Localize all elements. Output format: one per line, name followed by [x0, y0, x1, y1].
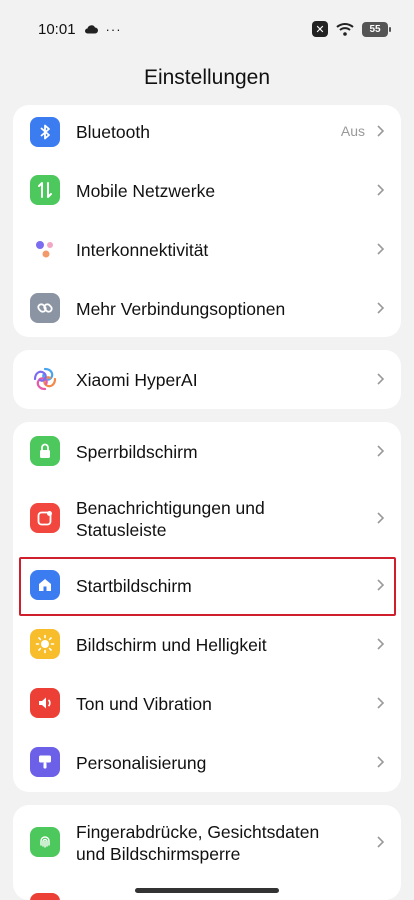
settings-item-label: Mehr Verbindungsoptionen [76, 299, 286, 319]
status-time: 10:01 [38, 20, 76, 38]
settings-item-home-screen[interactable]: Startbildschirm [13, 556, 401, 615]
chevron-right-icon [377, 756, 385, 768]
fingerprint-icon [30, 827, 60, 857]
chevron-right-icon [377, 125, 385, 137]
next-item-icon [30, 893, 60, 900]
settings-item-label: Personalisierung [76, 753, 207, 773]
connectivity-card: Bluetooth Aus Mobile Netzwerke Interkonn… [13, 105, 401, 337]
chevron-right-icon [377, 243, 385, 255]
more-notifications-icon: ··· [105, 21, 122, 37]
settings-item-personalization[interactable]: Personalisierung [13, 733, 401, 792]
settings-item-sound-vibration[interactable]: Ton und Vibration [13, 674, 401, 733]
lock-icon [30, 436, 60, 466]
chevron-right-icon [377, 638, 385, 650]
status-bar: 10:01 ··· ✕ 55 [0, 0, 414, 58]
settings-item-more-connections[interactable]: Mehr Verbindungsoptionen [13, 279, 401, 337]
battery-level: 55 [369, 23, 381, 35]
interconnect-icon [30, 234, 60, 264]
settings-item-notifications[interactable]: Benachrichtigungen und Statusleiste [13, 481, 401, 556]
hyperai-icon [30, 364, 60, 394]
settings-item-label: Bildschirm und Helligkeit [76, 635, 267, 655]
settings-item-label: Fingerabdrücke, Gesichtsdaten und Bildsc… [76, 822, 320, 864]
page-title: Einstellungen [143, 66, 271, 89]
settings-item-hyperai[interactable]: Xiaomi HyperAI [13, 350, 401, 409]
home-indicator[interactable] [135, 888, 279, 893]
notification-icon [30, 503, 60, 533]
wifi-icon [336, 23, 354, 36]
settings-item-label: Interkonnektivität [76, 240, 209, 260]
settings-item-fingerprint[interactable]: Fingerabdrücke, Gesichtsdaten und Bildsc… [13, 805, 401, 880]
home-icon [30, 570, 60, 600]
chevron-right-icon [377, 697, 385, 709]
settings-item-label: Bluetooth [76, 122, 150, 142]
settings-item-label: Sperrbildschirm [76, 442, 198, 462]
bluetooth-icon [30, 117, 60, 147]
chevron-right-icon [377, 445, 385, 457]
chevron-right-icon [377, 836, 385, 848]
chevron-right-icon [377, 579, 385, 591]
settings-item-bluetooth[interactable]: Bluetooth Aus [13, 105, 401, 157]
settings-item-label: Mobile Netzwerke [76, 181, 216, 201]
chevron-right-icon [377, 302, 385, 314]
display-card: Sperrbildschirm Benachrichtigungen und S… [13, 422, 401, 792]
chevron-right-icon [377, 184, 385, 196]
settings-item-lock-screen[interactable]: Sperrbildschirm [13, 422, 401, 481]
status-right: ✕ 55 [312, 21, 391, 37]
settings-item-mobile-networks[interactable]: Mobile Netzwerke [13, 161, 401, 220]
chevron-right-icon [377, 373, 385, 385]
sound-icon [30, 688, 60, 718]
settings-item-display-brightness[interactable]: Bildschirm und Helligkeit [13, 615, 401, 674]
settings-item-label: Benachrichtigungen und Statusleiste [76, 498, 265, 540]
status-left: 10:01 ··· [38, 21, 122, 38]
bluetooth-status: Aus [340, 123, 365, 139]
battery-icon: 55 [362, 21, 391, 37]
personalization-icon [30, 747, 60, 777]
no-sim-icon: ✕ [312, 21, 328, 37]
settings-item-label: Startbildschirm [76, 576, 192, 596]
mobile-data-icon [30, 175, 60, 205]
security-card: Fingerabdrücke, Gesichtsdaten und Bildsc… [13, 805, 401, 900]
chevron-right-icon [377, 512, 385, 524]
cloud-icon [84, 25, 98, 34]
settings-item-label: Xiaomi HyperAI [76, 370, 198, 390]
settings-item-label: Ton und Vibration [76, 694, 212, 714]
brightness-icon [30, 629, 60, 659]
ai-card: Xiaomi HyperAI [13, 350, 401, 409]
settings-item-interconnectivity[interactable]: Interkonnektivität [13, 220, 401, 279]
link-icon [30, 293, 60, 323]
